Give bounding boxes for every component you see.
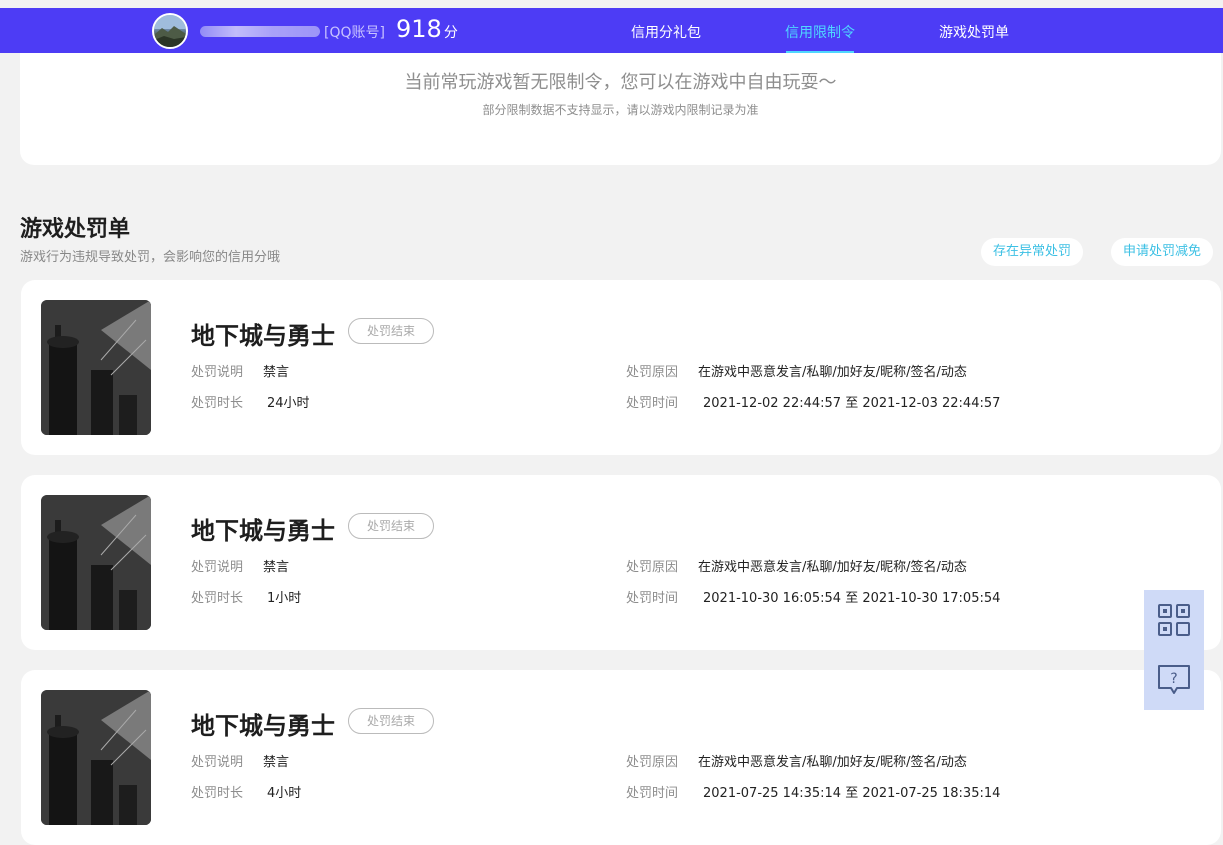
status-badge: 处罚结束 [348, 513, 434, 539]
credit-score-value: 918 [396, 15, 442, 43]
restriction-notice-card: 当前常玩游戏暂无限制令，您可以在游戏中自由玩耍～ 部分限制数据不支持显示，请以游… [20, 53, 1221, 165]
account-type-label: [QQ账号] [324, 25, 385, 41]
desc-value: 禁言 [263, 755, 290, 770]
help-button[interactable]: ? [1144, 650, 1204, 710]
time-value: 2021-12-02 22:44:57 至 2021-12-03 22:44:5… [703, 396, 1001, 411]
notice-main-text: 当前常玩游戏暂无限制令，您可以在游戏中自由玩耍～ [404, 72, 837, 93]
qrcode-icon [1158, 604, 1190, 636]
reason-label: 处罚原因 [626, 755, 679, 770]
avatar[interactable] [152, 13, 188, 49]
game-cover [41, 300, 151, 435]
abnormal-penalty-button[interactable]: 存在异常处罚 [981, 238, 1084, 266]
duration-label: 处罚时长 [191, 591, 244, 606]
penalty-card[interactable]: 地下城与勇士 处罚结束 处罚说明 禁言 处罚时长 1小时 处罚原因 在游戏中恶意… [21, 475, 1221, 650]
desc-value: 禁言 [263, 365, 290, 380]
credit-score: 918 分 [396, 15, 458, 43]
desc-label: 处罚说明 [191, 560, 244, 575]
game-title: 地下城与勇士 [191, 517, 335, 545]
help-chat-icon: ? [1158, 665, 1190, 694]
status-badge: 处罚结束 [348, 318, 434, 344]
desc-label: 处罚说明 [191, 755, 244, 770]
game-cover [41, 495, 151, 630]
desc-label: 处罚说明 [191, 365, 244, 380]
game-cover-art-icon [41, 690, 151, 825]
duration-label: 处罚时长 [191, 396, 244, 411]
duration-value: 4小时 [267, 786, 302, 801]
section-title: 游戏处罚单 [20, 217, 131, 242]
nav-game-penalty[interactable]: 游戏处罚单 [939, 22, 1009, 42]
time-label: 处罚时间 [626, 786, 679, 801]
avatar-landscape-icon [154, 15, 186, 47]
desc-value: 禁言 [263, 560, 290, 575]
nav-credit-restriction[interactable]: 信用限制令 [785, 22, 855, 42]
duration-value: 24小时 [267, 396, 310, 411]
penalty-card[interactable]: 地下城与勇士 处罚结束 处罚说明 禁言 处罚时长 24小时 处罚原因 在游戏中恶… [21, 280, 1221, 455]
game-title: 地下城与勇士 [191, 322, 335, 350]
floating-side-panel: ? [1144, 590, 1204, 710]
reason-label: 处罚原因 [626, 560, 679, 575]
reason-value: 在游戏中恶意发言/私聊/加好友/昵称/签名/动态 [698, 560, 967, 575]
status-badge: 处罚结束 [348, 708, 434, 734]
time-label: 处罚时间 [626, 396, 679, 411]
section-subtitle: 游戏行为违规导致处罚，会影响您的信用分哦 [20, 250, 281, 265]
time-value: 2021-10-30 16:05:54 至 2021-10-30 17:05:5… [703, 591, 1001, 606]
qrcode-button[interactable] [1144, 590, 1204, 650]
duration-label: 处罚时长 [191, 786, 244, 801]
game-cover-art-icon [41, 300, 151, 435]
credit-score-unit: 分 [443, 25, 458, 41]
penalty-card[interactable]: 地下城与勇士 处罚结束 处罚说明 禁言 处罚时长 4小时 处罚原因 在游戏中恶意… [21, 670, 1221, 845]
game-cover-art-icon [41, 495, 151, 630]
reason-label: 处罚原因 [626, 365, 679, 380]
appeal-penalty-button[interactable]: 申请处罚减免 [1111, 238, 1214, 266]
notice-sub-text: 部分限制数据不支持显示，请以游戏内限制记录为准 [482, 103, 759, 117]
nav-credit-gift[interactable]: 信用分礼包 [631, 22, 701, 42]
top-bar: [QQ账号] 918 分 信用分礼包 信用限制令 游戏处罚单 [0, 8, 1223, 53]
username-blurred [200, 26, 320, 37]
reason-value: 在游戏中恶意发言/私聊/加好友/昵称/签名/动态 [698, 755, 967, 770]
duration-value: 1小时 [267, 591, 302, 606]
time-value: 2021-07-25 14:35:14 至 2021-07-25 18:35:1… [703, 786, 1001, 801]
game-cover [41, 690, 151, 825]
svg-text:?: ? [1170, 671, 1177, 687]
reason-value: 在游戏中恶意发言/私聊/加好友/昵称/签名/动态 [698, 365, 967, 380]
time-label: 处罚时间 [626, 591, 679, 606]
game-title: 地下城与勇士 [191, 712, 335, 740]
